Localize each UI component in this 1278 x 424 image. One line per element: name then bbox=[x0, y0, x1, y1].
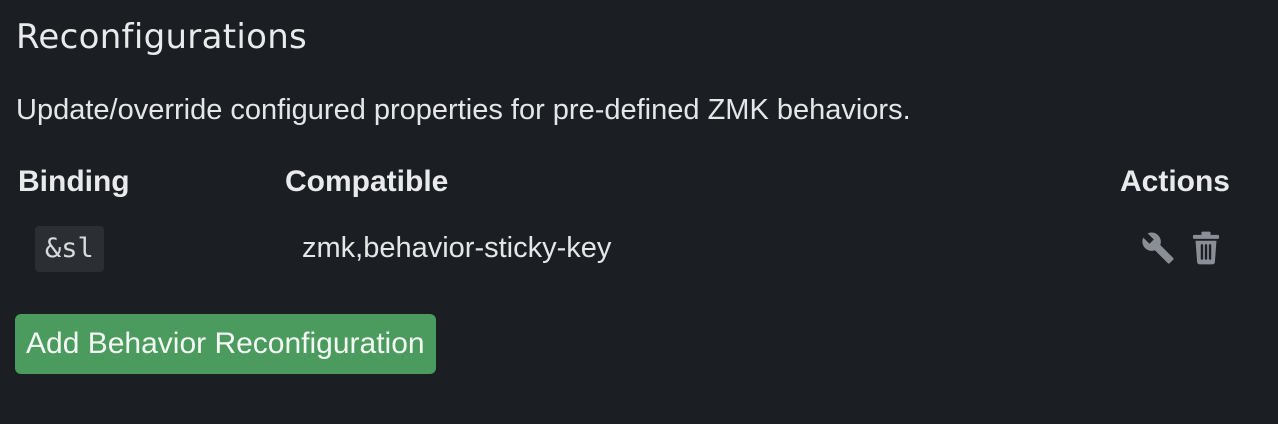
trash-icon-svg bbox=[1192, 231, 1220, 265]
header-actions: Actions bbox=[1119, 165, 1230, 198]
section-title: Reconfigurations bbox=[16, 17, 308, 57]
header-binding: Binding bbox=[18, 165, 130, 198]
wrench-icon-svg bbox=[1142, 232, 1174, 264]
binding-code: &sl bbox=[35, 226, 104, 272]
wrench-icon[interactable] bbox=[1140, 230, 1176, 266]
compatible-value: zmk,behavior-sticky-key bbox=[302, 232, 612, 264]
header-compatible: Compatible bbox=[285, 165, 449, 198]
trash-icon[interactable] bbox=[1188, 230, 1224, 266]
add-behavior-reconfiguration-button[interactable]: Add Behavior Reconfiguration bbox=[15, 314, 436, 374]
section-description: Update/override configured properties fo… bbox=[16, 94, 911, 126]
table-row: &sl zmk,behavior-sticky-key bbox=[16, 224, 1244, 272]
